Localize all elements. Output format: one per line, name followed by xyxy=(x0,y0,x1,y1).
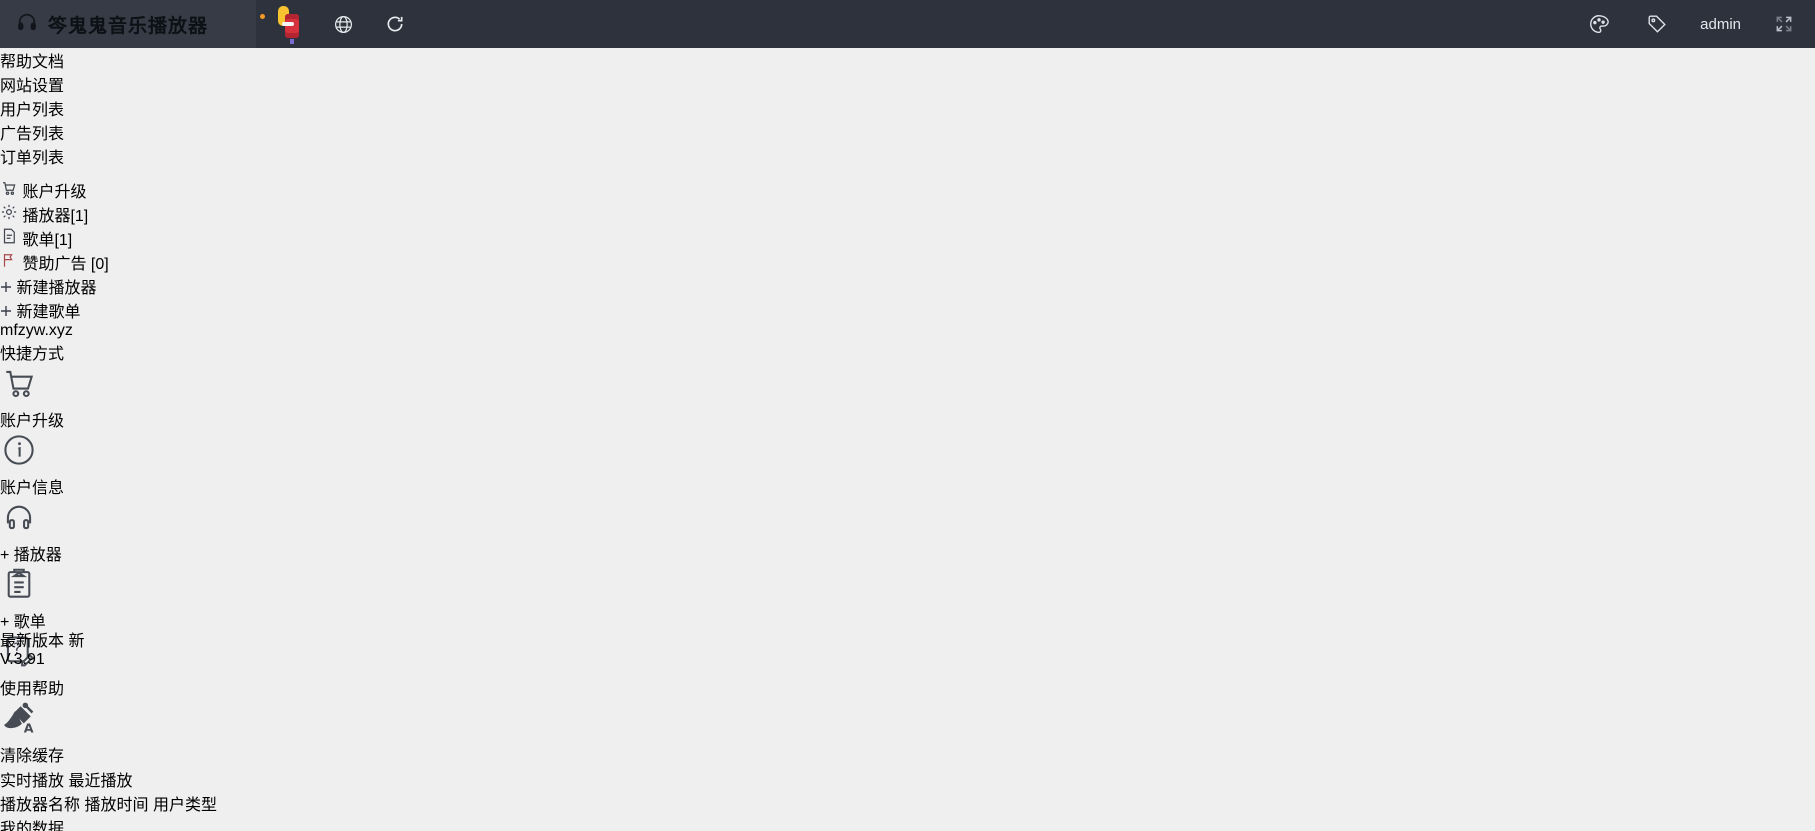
card-title: 实时播放 xyxy=(0,773,65,790)
version-number: V.3.91 xyxy=(0,651,45,668)
card-realtime-play: 实时播放 最近播放 播放器名称 播放时间 用户类型 xyxy=(0,767,1815,815)
new-badge: 新 xyxy=(68,633,85,650)
playlist-icon xyxy=(0,228,22,249)
fullscreen-icon[interactable] xyxy=(1769,9,1799,39)
firecracker-red xyxy=(285,14,299,38)
shortcut-add-player[interactable]: + 播放器 xyxy=(0,498,1815,565)
main-content: 快捷方式 账户升级 账户信息 + 播放器 + 歌单 ? 使用帮助 A 清除缓存 … xyxy=(0,340,1815,831)
sidebar-section-label: 歌单[1] xyxy=(22,232,73,249)
sidebar-section-players[interactable]: 播放器[1] xyxy=(0,202,1815,226)
shortcut-add-playlist[interactable]: + 歌单 xyxy=(0,565,1815,632)
sidebar-item-label: 新建播放器 xyxy=(16,280,97,297)
column-header: 播放器名称 xyxy=(0,797,81,814)
cart-icon xyxy=(0,370,38,406)
card-latest-version: 最新版本 新 V.3.91 xyxy=(0,627,1815,767)
cart-icon xyxy=(0,182,22,201)
sidebar-section-sponsor-ads[interactable]: 赞助广告 [0] xyxy=(0,250,1815,274)
sidebar-item-new-player[interactable]: 新建播放器 xyxy=(0,274,1815,298)
card-shortcuts: 快捷方式 账户升级 账户信息 + 播放器 + 歌单 ? 使用帮助 A 清除缓存 xyxy=(0,340,1815,765)
table-header-row: 播放器名称 播放时间 用户类型 xyxy=(0,791,1815,815)
globe-icon[interactable] xyxy=(328,9,358,39)
refresh-icon[interactable] xyxy=(380,9,410,39)
shortcut-label: + 播放器 xyxy=(0,547,62,564)
firecracker-tail xyxy=(290,39,294,44)
column-header: 用户类型 xyxy=(152,797,217,814)
sidebar-section-playlists[interactable]: 歌单[1] xyxy=(0,226,1815,250)
sidebar-item-help-docs[interactable]: 帮助文档 xyxy=(0,48,1815,72)
plus-icon xyxy=(0,280,16,297)
sidebar-item-new-playlist[interactable]: 新建歌单 xyxy=(0,298,1815,322)
sidebar-section-label: 赞助广告 [0] xyxy=(22,256,109,273)
sidebar-item-label: 新建歌单 xyxy=(16,304,81,321)
app-title: 笒鬼鬼音乐播放器 xyxy=(48,15,209,37)
clean-brush-icon: A xyxy=(0,702,38,741)
sidebar-item-order-list[interactable]: 订单列表 xyxy=(0,144,1815,168)
watermark: mfzyw.xyz xyxy=(0,322,73,339)
firecracker-decoration[interactable] xyxy=(260,4,306,44)
card-title: 我的数据 xyxy=(0,821,65,831)
firecracker-stripe xyxy=(282,22,294,26)
headphones-icon xyxy=(0,505,38,540)
flag-icon xyxy=(0,254,22,273)
shortcut-account-info[interactable]: 账户信息 xyxy=(0,431,1815,498)
shortcut-label: 账户升级 xyxy=(0,413,65,430)
sidebar-section-label: 账户升级 xyxy=(22,184,87,201)
app-logo: 笒鬼鬼音乐播放器 xyxy=(0,0,256,48)
sidebar-section-label: 播放器[1] xyxy=(22,208,89,225)
sidebar-item-site-settings[interactable]: 网站设置 xyxy=(0,72,1815,96)
svg-text:A: A xyxy=(24,720,34,735)
card-title: 最新版本 xyxy=(0,633,65,650)
gear-icon xyxy=(0,204,22,225)
column-header: 播放时间 xyxy=(84,797,149,814)
recent-play-badge: 最近播放 xyxy=(68,773,133,790)
shortcut-account-upgrade[interactable]: 账户升级 xyxy=(0,364,1815,431)
shortcut-label: 账户信息 xyxy=(0,480,65,497)
topbar: 笒鬼鬼音乐播放器 admin xyxy=(0,0,1815,48)
admin-menu[interactable]: admin xyxy=(1700,16,1741,33)
sidebar-section-account-upgrade[interactable]: 账户升级 xyxy=(0,178,1815,202)
info-icon xyxy=(0,435,38,473)
sidebar: 管理员主页 控制面板 帮助文档 网站设置 用户列表 广告列表 订单列表 账户升级… xyxy=(0,0,1815,340)
sidebar-item-user-list[interactable]: 用户列表 xyxy=(0,96,1815,120)
spark-dot xyxy=(260,14,265,19)
palette-icon[interactable] xyxy=(1584,9,1614,39)
clipboard-icon xyxy=(0,568,38,607)
plus-icon xyxy=(0,304,16,321)
card-my-data: 我的数据 播放器 1 个 我的歌单 1 个 剩余配额 2147483646 个 … xyxy=(0,815,1815,831)
sidebar-item-ad-list[interactable]: 广告列表 xyxy=(0,120,1815,144)
card-title: 快捷方式 xyxy=(0,346,65,363)
headset-icon xyxy=(16,11,38,38)
tag-icon[interactable] xyxy=(1642,9,1672,39)
